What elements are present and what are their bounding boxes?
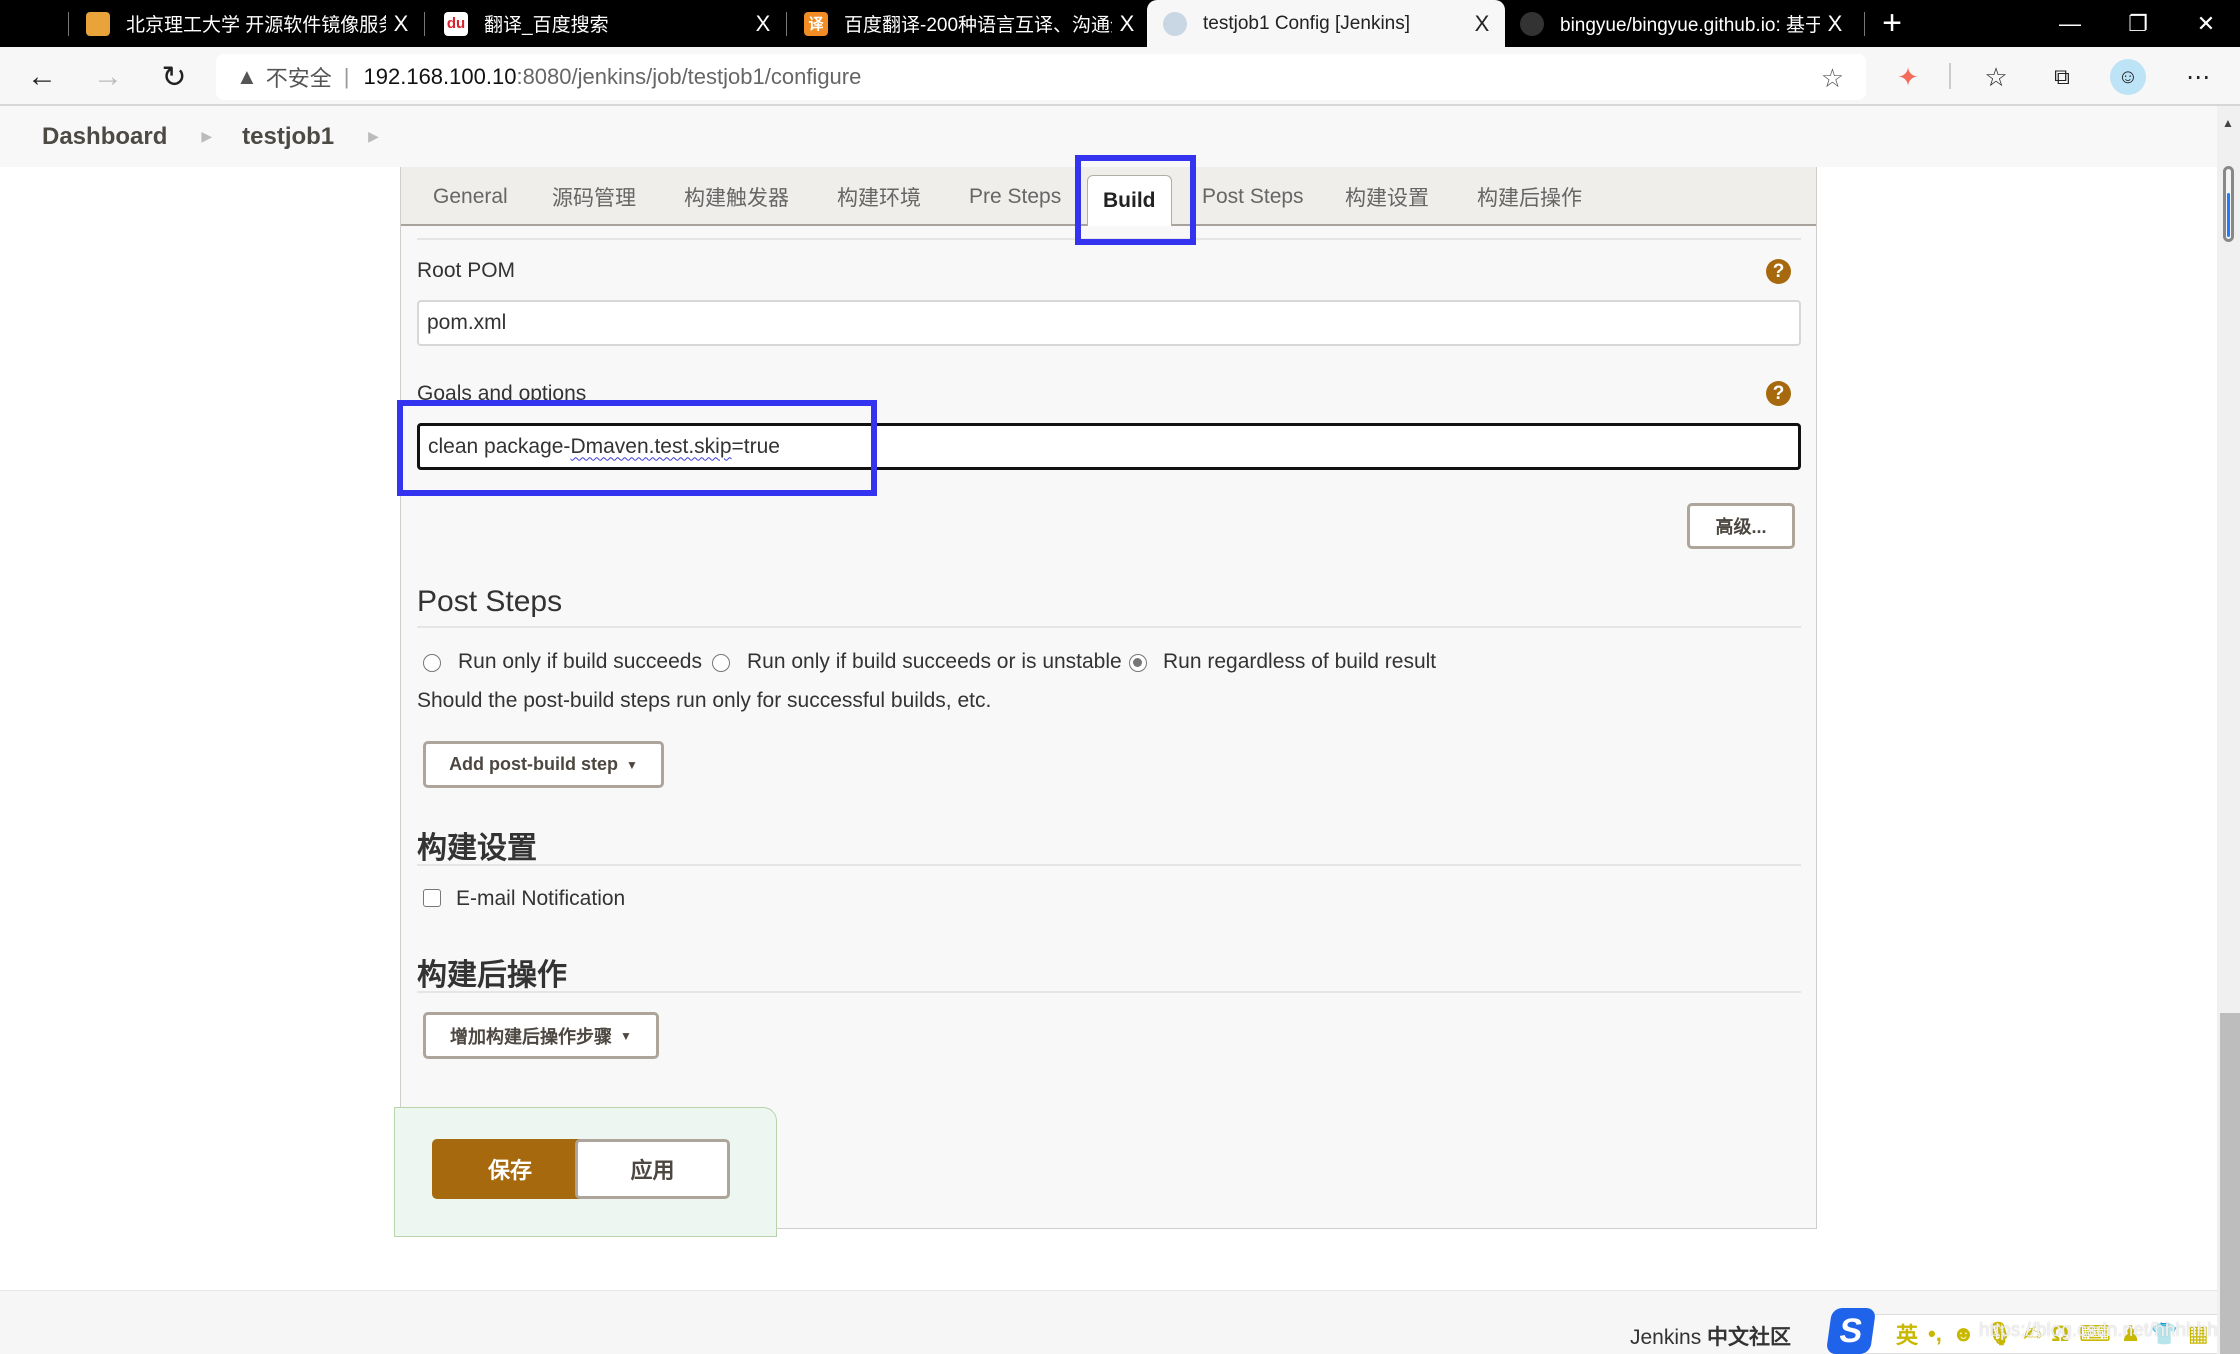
radio-label[interactable]: Run only if build succeeds: [458, 650, 702, 674]
more-menu-icon[interactable]: ⋯: [2180, 59, 2216, 95]
tab-post-build-actions[interactable]: 构建后操作: [1477, 167, 1582, 226]
github-icon: [1520, 11, 1544, 36]
address-bar[interactable]: ▲ 不安全 | 192.168.100.10 :8080/jenkins/job…: [216, 54, 1866, 100]
post-steps-heading: Post Steps: [417, 585, 563, 618]
root-pom-input[interactable]: pom.xml: [417, 300, 1801, 346]
tab-build-settings[interactable]: 构建设置: [1345, 167, 1429, 226]
browser-tab-baidu-translate[interactable]: 译 百度翻译-200种语言互译、沟通全世界 X: [804, 0, 1142, 47]
sogou-logo-icon[interactable]: S: [1825, 1308, 1877, 1354]
breadcrumb-testjob1[interactable]: testjob1: [242, 123, 334, 151]
caret-down-icon: ▼: [626, 757, 638, 772]
new-tab-button[interactable]: +: [1862, 0, 1922, 47]
baidu-paw-icon: du: [444, 11, 468, 36]
emoji-icon[interactable]: ☻: [1952, 1321, 1975, 1347]
radio-label[interactable]: Run regardless of build result: [1163, 650, 1436, 674]
section-divider: [417, 626, 1801, 628]
section-divider: [417, 991, 1801, 993]
help-icon[interactable]: ?: [1766, 381, 1791, 406]
watermark: https://blog.csdn.net/hhhhhh: [1979, 1320, 2218, 1341]
punctuation-icon[interactable]: •,: [1928, 1321, 1942, 1347]
browser-tab-github[interactable]: bingyue/bingyue.github.io: 基于Github X: [1520, 0, 1850, 47]
radio-run-regardless[interactable]: [1129, 654, 1147, 672]
browser-tab-jenkins-config[interactable]: testjob1 Config [Jenkins] X: [1147, 0, 1505, 47]
minimize-button[interactable]: —: [2040, 0, 2100, 47]
tab-separator: [68, 12, 69, 36]
post-steps-description: Should the post-build steps run only for…: [417, 689, 992, 712]
baidu-translate-icon: 译: [804, 11, 828, 36]
chevron-right-icon[interactable]: ▶: [201, 128, 212, 145]
close-tab-icon[interactable]: X: [748, 11, 778, 37]
tab-pre-steps[interactable]: Pre Steps: [969, 167, 1061, 226]
page-scrollbar[interactable]: ▲: [2217, 106, 2240, 1354]
back-button[interactable]: ←: [20, 55, 64, 99]
jenkins-icon: [1163, 11, 1187, 36]
advanced-button[interactable]: 高级...: [1687, 503, 1795, 549]
ime-toolbar: 英 •, ☻ 🎙 ✍ Ω ⌨ ♟ 👕 ▦ S https://blog.csdn…: [1825, 1308, 2240, 1354]
extension-bird-icon[interactable]: ✦: [1890, 59, 1926, 95]
reload-button[interactable]: ↻: [152, 55, 196, 99]
email-notification-checkbox[interactable]: [423, 889, 441, 907]
help-icon[interactable]: ?: [1766, 259, 1791, 284]
email-notification-label[interactable]: E-mail Notification: [456, 887, 625, 911]
scroll-indicator: [2223, 166, 2234, 242]
collections-icon[interactable]: ⧉: [2044, 59, 2080, 95]
jenkins-community-link[interactable]: Jenkins 中文社区: [1630, 1321, 1791, 1351]
tab-separator: [786, 12, 787, 36]
restore-button[interactable]: ❐: [2108, 0, 2168, 47]
config-panel: General 源码管理 构建触发器 构建环境 Pre Steps Build …: [400, 167, 1817, 1229]
close-tab-icon[interactable]: X: [386, 11, 416, 37]
add-post-build-action-button[interactable]: 增加构建后操作步骤 ▼: [423, 1012, 659, 1059]
close-tab-icon[interactable]: X: [1467, 11, 1497, 37]
breadcrumb-dashboard[interactable]: Dashboard: [42, 123, 167, 151]
radio-run-if-success[interactable]: [423, 654, 441, 672]
warning-icon: ▲: [236, 64, 258, 89]
tab-general[interactable]: General: [433, 167, 508, 226]
scroll-up-icon[interactable]: ▲: [2222, 116, 2234, 130]
add-favorite-icon[interactable]: ☆: [1821, 63, 1844, 94]
radio-label[interactable]: Run only if build succeeds or is unstabl…: [747, 650, 1122, 674]
tab-build-triggers[interactable]: 构建触发器: [684, 167, 789, 226]
close-tab-icon[interactable]: X: [1820, 11, 1850, 37]
favorites-icon[interactable]: ☆: [1978, 59, 2014, 95]
ime-mode-toggle[interactable]: 英: [1896, 1318, 1918, 1350]
caret-down-icon: ▼: [620, 1028, 632, 1043]
chevron-right-icon[interactable]: ▶: [368, 128, 379, 145]
tab-separator: [424, 12, 425, 36]
tab-scm[interactable]: 源码管理: [552, 167, 636, 226]
scrollbar-thumb[interactable]: [2220, 1013, 2240, 1354]
close-window-button[interactable]: ✕: [2176, 0, 2236, 47]
browser-tab-strip: 北京理工大学 开源软件镜像服务 X du 翻译_百度搜索 X 译 百度翻译-20…: [0, 0, 2240, 47]
browser-tab-bit-mirror[interactable]: 北京理工大学 开源软件镜像服务 X: [86, 0, 416, 47]
forward-button[interactable]: →: [86, 55, 130, 99]
save-apply-bar: 保存 应用: [394, 1107, 777, 1237]
highlight-box-build-tab: [1075, 155, 1196, 245]
url-path: :8080/jenkins/job/testjob1/configure: [516, 64, 862, 89]
post-build-heading: 构建后操作: [417, 959, 567, 992]
close-tab-icon[interactable]: X: [1112, 11, 1142, 37]
bit-mirror-icon: [86, 11, 110, 36]
tab-build-environment[interactable]: 构建环境: [837, 167, 921, 226]
profile-avatar[interactable]: ☺: [2110, 59, 2146, 95]
section-divider: [417, 864, 1801, 866]
url-host: 192.168.100.10: [363, 64, 517, 89]
build-settings-heading: 构建设置: [417, 832, 537, 865]
browser-toolbar: ← → ↻ ▲ 不安全 | 192.168.100.10 :8080/jenki…: [0, 47, 2240, 106]
radio-run-if-success-or-unstable[interactable]: [712, 654, 730, 672]
browser-tab-baidu-search[interactable]: du 翻译_百度搜索 X: [444, 0, 778, 47]
security-status[interactable]: 不安全: [266, 61, 332, 93]
add-post-build-step-button[interactable]: Add post-build step ▼: [423, 741, 664, 788]
apply-button[interactable]: 应用: [575, 1139, 730, 1199]
root-pom-label: Root POM: [417, 259, 516, 282]
save-button[interactable]: 保存: [432, 1139, 588, 1199]
tab-post-steps[interactable]: Post Steps: [1202, 167, 1304, 226]
highlight-box-goals: [397, 400, 877, 496]
toolbar-divider: [1949, 63, 1951, 89]
address-divider: |: [343, 64, 350, 89]
